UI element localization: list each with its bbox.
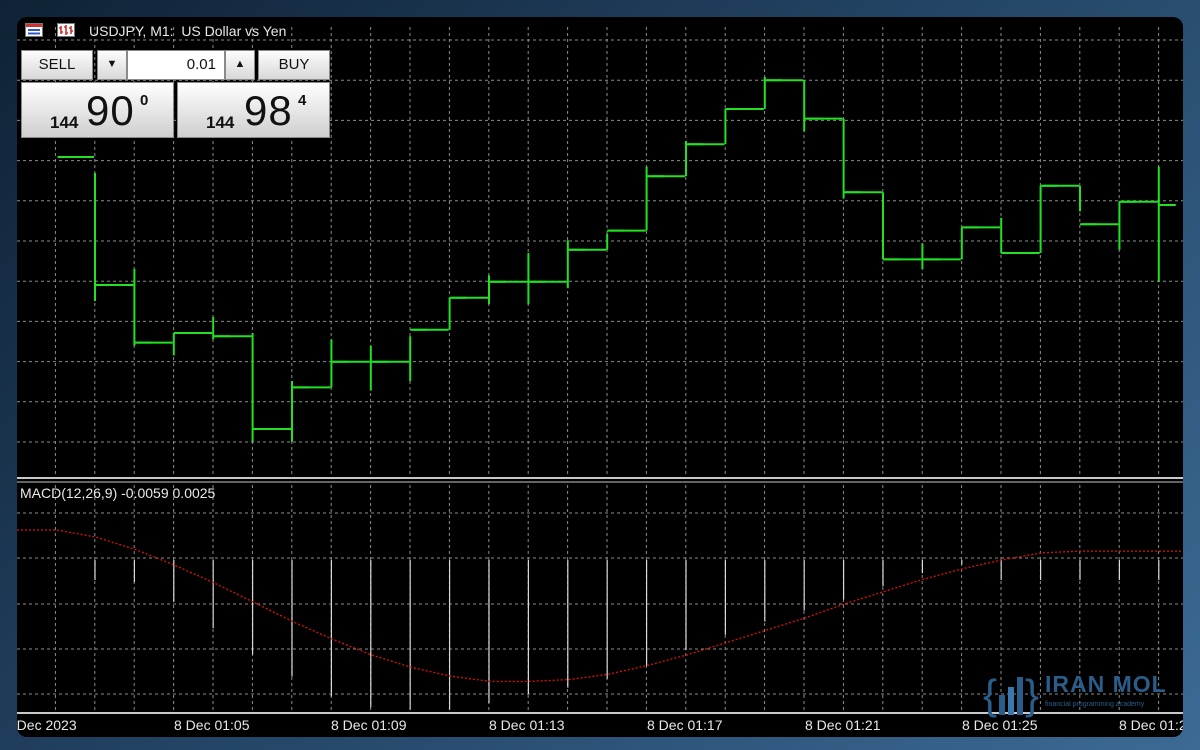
svg-text:{: { — [983, 671, 997, 718]
sell-quote-big: 90 — [86, 87, 135, 134]
buy-quote-prefix: 144 — [206, 113, 235, 132]
x-axis-label: 8 Dec 01:05 — [174, 717, 250, 733]
svg-text:}: } — [1025, 671, 1039, 718]
chart-window-icon — [25, 23, 43, 37]
chart-title-bar: USDJPY, M1: US Dollar vs Yen — [17, 17, 1183, 45]
buy-button[interactable]: BUY — [258, 50, 330, 80]
logo-tagline: financial programming academy — [1045, 701, 1145, 708]
x-axis-label: 8 Dec 01:21 — [805, 717, 881, 733]
lot-increase-button[interactable]: ▲ — [225, 50, 255, 80]
x-axis-label: 8 Dec 2023 — [17, 717, 77, 733]
buy-quote-big: 98 — [244, 87, 293, 134]
logo-icon: { } — [983, 671, 1039, 718]
lot-size-input[interactable]: 0.01 — [127, 50, 225, 80]
sell-button[interactable]: SELL — [21, 50, 93, 80]
sell-quote-prefix: 144 — [50, 113, 79, 132]
triangle-up-icon: ▲ — [234, 58, 246, 70]
one-click-trading-panel: SELL ▼ 0.01 ▲ BUY 144 90 0 144 98 4 — [21, 50, 331, 138]
x-axis-label: 8 Dec 01:09 — [331, 717, 407, 733]
lot-decrease-button[interactable]: ▼ — [97, 50, 127, 80]
x-axis-label: 8 Dec 01:13 — [489, 717, 565, 733]
chart-window[interactable]: USDJPY, M1: US Dollar vs Yen SELL ▼ 0.01… — [17, 17, 1183, 737]
macd-indicator-label: MACD(12,26,9) -0.0059 0.0025 — [20, 485, 216, 501]
watermark-logo: { } IRAN MOL financial programming acade… — [983, 663, 1183, 723]
macd-signal-line — [17, 529, 1183, 683]
triangle-down-icon: ▼ — [106, 58, 118, 70]
bar-chart-icon — [57, 23, 75, 37]
chart-title: USDJPY, M1: US Dollar vs Yen — [89, 23, 287, 39]
buy-quote-pip: 4 — [298, 92, 307, 109]
logo-name: IRAN MOL — [1045, 671, 1167, 697]
x-axis-label: 8 Dec 01:17 — [647, 717, 723, 733]
sell-quote-pip: 0 — [140, 92, 149, 109]
sell-quote-button[interactable]: 144 90 0 — [21, 82, 174, 138]
buy-quote-button[interactable]: 144 98 4 — [177, 82, 330, 138]
